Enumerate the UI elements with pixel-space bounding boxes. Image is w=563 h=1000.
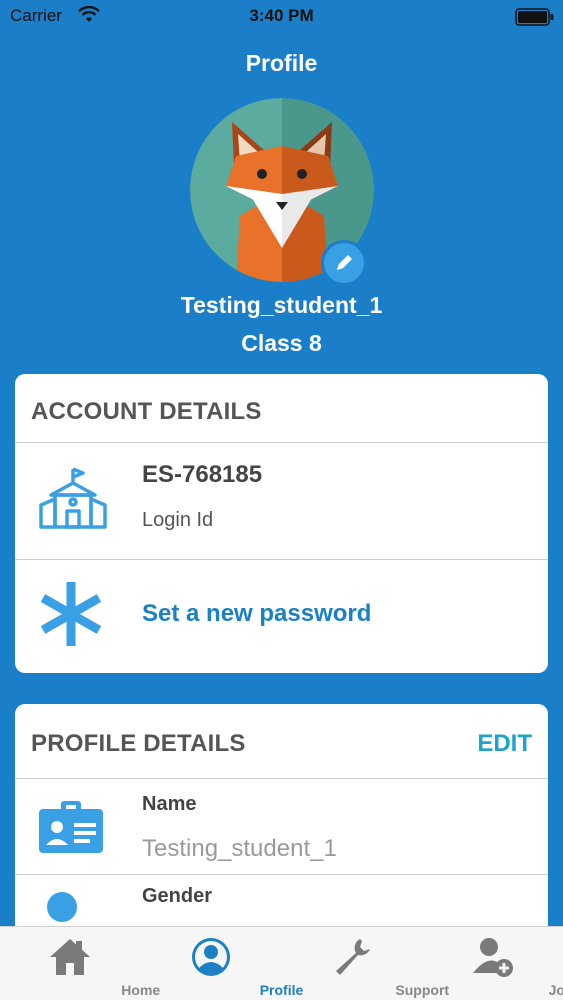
battery-icon xyxy=(515,8,554,26)
login-id-value: ES-768185 xyxy=(142,461,263,488)
school-icon xyxy=(39,467,107,529)
gender-label: Gender xyxy=(142,885,213,907)
id-card-icon xyxy=(39,801,103,853)
status-bar: Carrier 3:40 PM xyxy=(0,0,563,32)
pencil-icon xyxy=(336,255,352,271)
profile-details-card: PROFILE DETAILS EDIT Name Testing_studen… xyxy=(15,704,548,944)
home-icon xyxy=(50,939,91,975)
set-password-row[interactable]: Set a new password xyxy=(15,560,548,672)
tab-join[interactable]: Join xyxy=(422,927,563,1000)
class-label: Class 8 xyxy=(241,330,322,356)
account-details-header: ACCOUNT DETAILS xyxy=(15,374,548,443)
profile-details-header: PROFILE DETAILS EDIT xyxy=(15,704,548,779)
tab-home[interactable]: Home xyxy=(0,927,160,1000)
login-id-label: Login Id xyxy=(142,509,214,531)
edit-profile-button[interactable]: EDIT xyxy=(477,730,532,758)
status-time: 3:40 PM xyxy=(249,6,314,25)
asterisk-icon xyxy=(40,582,102,646)
page-title: Profile xyxy=(245,50,318,76)
avatar-container xyxy=(190,98,374,286)
account-details-title: ACCOUNT DETAILS xyxy=(31,398,262,425)
tab-support[interactable]: Support xyxy=(282,927,449,1000)
name-row: Name Testing_student_1 xyxy=(15,779,548,875)
username: Testing_student_1 xyxy=(180,292,383,318)
tab-bar: Home Profile Support Join xyxy=(0,926,563,1000)
wrench-icon xyxy=(335,939,370,975)
profile-icon xyxy=(192,938,231,976)
set-password-link[interactable]: Set a new password xyxy=(142,600,371,628)
tab-profile[interactable]: Profile xyxy=(141,927,303,1000)
tab-join-label: Join xyxy=(548,982,563,998)
login-id-row: ES-768185 Login Id xyxy=(15,443,548,560)
name-label: Name xyxy=(142,793,197,815)
name-value: Testing_student_1 xyxy=(142,835,337,862)
account-details-card: ACCOUNT DETAILS ES-768185 Login Id Set a… xyxy=(15,374,548,673)
add-user-icon xyxy=(472,938,513,977)
profile-details-title: PROFILE DETAILS xyxy=(31,730,246,757)
edit-avatar-button[interactable] xyxy=(321,240,367,286)
